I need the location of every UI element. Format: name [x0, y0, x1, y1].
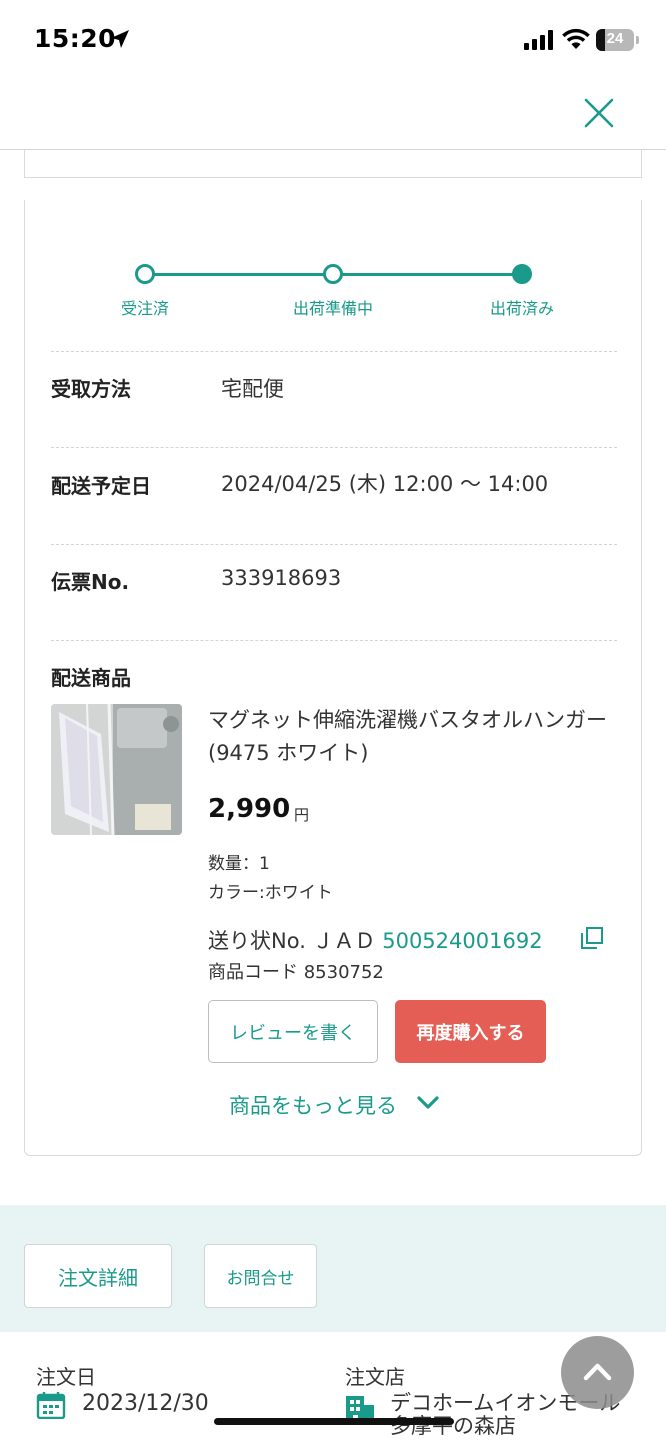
- product-code: 商品コード 8530752: [208, 962, 384, 983]
- divider: [51, 351, 617, 352]
- receive-method-label: 受取方法: [51, 377, 131, 401]
- slip-number-label: 伝票No.: [51, 570, 130, 594]
- cellular-signal-icon: [524, 30, 553, 50]
- copy-icon[interactable]: [581, 927, 603, 949]
- product-quantity: 数量：1: [208, 854, 270, 874]
- write-review-button[interactable]: レビューを書く: [208, 1000, 378, 1063]
- invoice-prefix: 送り状No. ＪＡＤ: [208, 929, 383, 953]
- show-more-products-link[interactable]: 商品をもっと見る: [229, 1090, 397, 1120]
- modal-header: [0, 80, 666, 150]
- previous-card: [24, 150, 642, 178]
- chevron-up-icon: [583, 1363, 612, 1381]
- receive-method-value: 宅配便: [221, 377, 284, 401]
- step-dot-shipped: [512, 264, 532, 284]
- chevron-down-icon[interactable]: [416, 1093, 440, 1113]
- product-image[interactable]: [51, 704, 182, 835]
- divider: [51, 447, 617, 448]
- product-color: カラー:ホワイト: [208, 883, 333, 903]
- divider: [51, 640, 617, 641]
- status-bar: 15:20 24: [0, 0, 666, 80]
- step-dot-ordered: [135, 264, 155, 284]
- invoice-number-link[interactable]: 500524001692: [382, 929, 542, 953]
- order-store-label: 注文店: [345, 1365, 405, 1389]
- close-icon[interactable]: [582, 96, 616, 130]
- step-dot-preparing: [323, 264, 343, 284]
- wifi-icon: [562, 28, 590, 49]
- price-unit: 円: [294, 806, 310, 824]
- order-actions-band: 注文詳細 お問合せ: [0, 1205, 666, 1332]
- order-date-value: 2023/12/30: [82, 1391, 209, 1416]
- buy-again-button[interactable]: 再度購入する: [395, 1000, 546, 1063]
- step-label-ordered: 受注済: [120, 299, 169, 318]
- location-arrow-icon: [111, 30, 129, 48]
- battery-indicator: 24: [596, 29, 640, 51]
- shipment-card: 受注済 出荷準備中 出荷済み 受取方法 宅配便 配送予定日 2024/04/25…: [24, 200, 642, 1156]
- shipment-progress: 受注済 出荷準備中 出荷済み: [25, 200, 643, 340]
- calendar-icon: [36, 1392, 66, 1419]
- divider: [51, 544, 617, 545]
- contact-button[interactable]: お問合せ: [204, 1244, 317, 1308]
- shipped-products-label: 配送商品: [51, 666, 131, 690]
- battery-level: 24: [606, 30, 624, 47]
- slip-number-value: 333918693: [221, 566, 342, 590]
- delivery-date-label: 配送予定日: [51, 474, 151, 498]
- home-indicator: [214, 1418, 454, 1425]
- invoice-number: 送り状No. ＪＡＤ 500524001692: [208, 925, 543, 955]
- product-name[interactable]: マグネット伸縮洗濯機バスタオルハンガー(9475 ホワイト): [208, 704, 618, 770]
- step-label-shipped: 出荷済み: [489, 299, 554, 318]
- scroll-to-top-button[interactable]: [561, 1336, 634, 1409]
- order-date-label: 注文日: [36, 1365, 96, 1389]
- delivery-date-value: 2024/04/25 (木) 12:00 〜 14:00: [221, 472, 549, 496]
- order-detail-button[interactable]: 注文詳細: [24, 1244, 172, 1308]
- order-store-name-line2: 多摩平の森店: [390, 1414, 516, 1438]
- status-time: 15:20: [34, 24, 117, 53]
- product-price: 2,990: [208, 794, 291, 824]
- step-label-preparing: 出荷準備中: [292, 299, 373, 318]
